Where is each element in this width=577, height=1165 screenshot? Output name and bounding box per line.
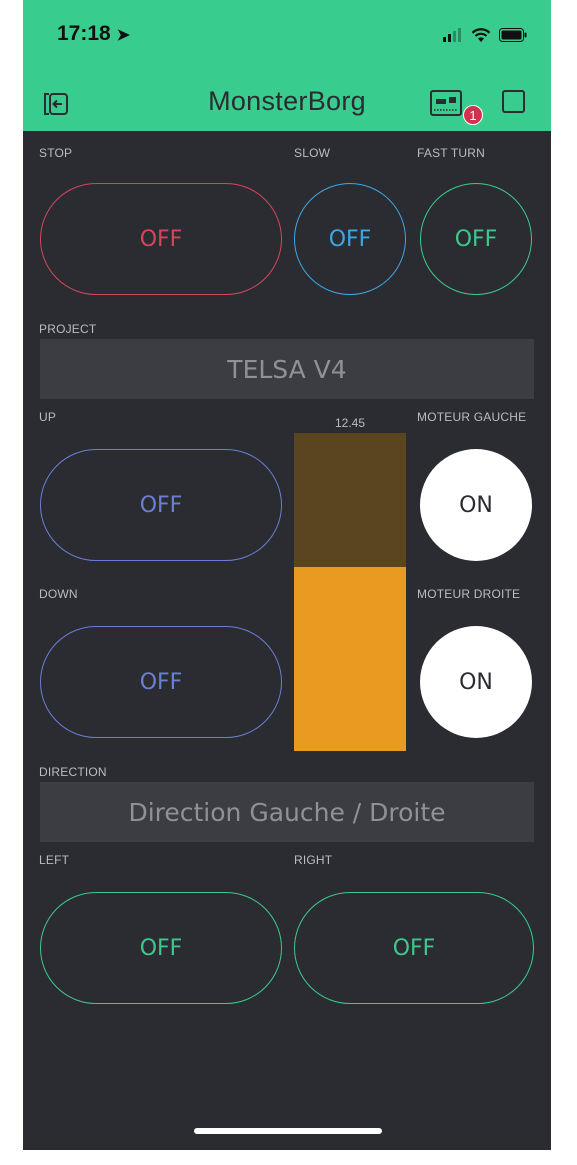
- right-button-value: OFF: [392, 935, 436, 961]
- down-button-value: OFF: [139, 669, 183, 695]
- up-label: UP: [39, 410, 57, 424]
- moteur-gauche-button-value: ON: [459, 492, 493, 518]
- moteur-droite-button-value: ON: [459, 669, 493, 695]
- down-label: DOWN: [39, 587, 78, 601]
- slow-label: SLOW: [294, 146, 331, 160]
- slow-button-value: OFF: [328, 226, 372, 252]
- home-indicator[interactable]: [194, 1128, 382, 1134]
- status-time: 17:18 ➤: [57, 22, 130, 45]
- fast-turn-label: FAST TURN: [417, 146, 486, 160]
- slow-button[interactable]: OFF: [294, 183, 406, 295]
- up-button-value: OFF: [139, 492, 183, 518]
- direction-display: Direction Gauche / Droite: [40, 782, 534, 842]
- moteur-gauche-button[interactable]: ON: [420, 449, 532, 561]
- left-button[interactable]: OFF: [40, 892, 282, 1004]
- status-bar: 17:18 ➤: [23, 0, 551, 78]
- project-label: PROJECT: [39, 322, 97, 336]
- app-header: MonsterBorg 1: [23, 78, 551, 131]
- stop-button-value: OFF: [139, 226, 183, 252]
- device-icon[interactable]: [430, 90, 466, 118]
- stop-square-icon[interactable]: [502, 90, 525, 113]
- fast-turn-button[interactable]: OFF: [420, 183, 532, 295]
- wifi-icon: [471, 27, 491, 42]
- down-button[interactable]: OFF: [40, 626, 282, 738]
- stop-button[interactable]: OFF: [40, 183, 282, 295]
- right-label: RIGHT: [294, 853, 333, 867]
- moteur-droite-label: MOTEUR DROITE: [417, 587, 521, 601]
- stop-label: STOP: [39, 146, 73, 160]
- app-screen: 17:18 ➤ MonsterBorg 1 STOP SLOW FAST TUR…: [23, 0, 551, 1150]
- moteur-droite-button[interactable]: ON: [420, 626, 532, 738]
- location-arrow-icon: ➤: [116, 27, 130, 44]
- notification-badge: 1: [463, 105, 483, 125]
- signal-icon: [443, 28, 461, 42]
- slider-fill: [294, 567, 406, 751]
- moteur-gauche-label: MOTEUR GAUCHE: [417, 410, 527, 424]
- project-display: TELSA V4: [40, 339, 534, 399]
- slider-value: 12.45: [334, 416, 366, 430]
- up-button[interactable]: OFF: [40, 449, 282, 561]
- left-button-value: OFF: [139, 935, 183, 961]
- battery-icon: [499, 28, 527, 42]
- fast-turn-button-value: OFF: [454, 226, 498, 252]
- direction-label: DIRECTION: [39, 765, 107, 779]
- right-button[interactable]: OFF: [294, 892, 534, 1004]
- left-label: LEFT: [39, 853, 70, 867]
